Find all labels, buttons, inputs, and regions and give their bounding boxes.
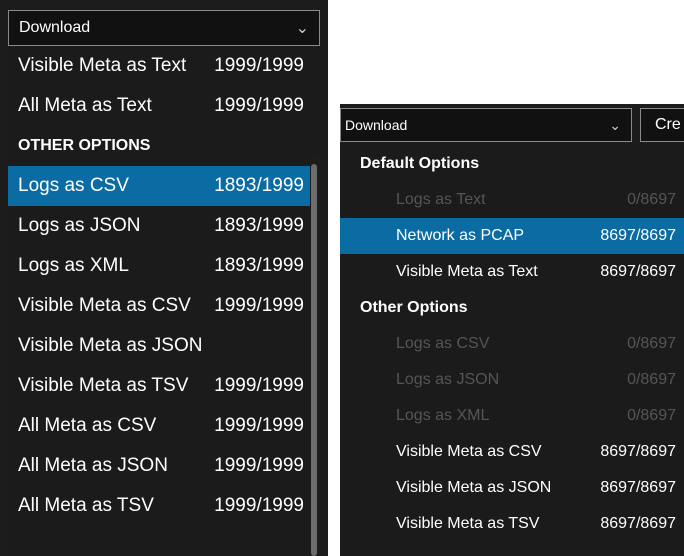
right-menu-option[interactable]: Visible Meta as Text 8697/8697: [340, 254, 684, 290]
left-menu-option[interactable]: Visible Meta as TSV 1999/1999: [8, 366, 320, 406]
left-menu-scrollbar-thumb[interactable]: [311, 164, 317, 556]
right-download-menu: Default Options Logs as Text 0/8697 Network…: [340, 146, 684, 556]
option-label: OTHER OPTIONS: [18, 137, 151, 154]
option-count: 1999/1999: [214, 295, 304, 316]
option-count: 1999/1999: [214, 495, 304, 516]
option-count: 1999/1999: [214, 375, 304, 396]
option-label: Visible Meta as Text: [396, 263, 538, 280]
option-label: Visible Meta as Text: [18, 55, 187, 76]
option-label: Logs as CSV: [18, 175, 129, 196]
left-menu-option[interactable]: Logs as JSON 1893/1999: [8, 206, 320, 246]
left-download-menu: Visible Meta as Text 1999/1999 All Meta as…: [8, 46, 320, 556]
right-menu-option: Logs as Text 0/8697: [340, 182, 684, 218]
option-count: 1999/1999: [214, 415, 304, 436]
option-count: 1893/1999: [214, 255, 304, 276]
option-count: 0/8697: [627, 191, 676, 208]
option-count: 1893/1999: [214, 175, 304, 196]
left-menu-option[interactable]: Logs as CSV 1893/1999: [8, 166, 320, 206]
right-menu-option[interactable]: Visible Meta as TSV 8697/8697: [340, 506, 684, 542]
create-button-label: Cre: [655, 116, 681, 133]
option-count: 8697/8697: [600, 263, 676, 280]
left-menu-option[interactable]: All Meta as CSV 1999/1999: [8, 406, 320, 446]
option-label: Visible Meta as CSV: [18, 295, 191, 316]
right-menu-option: Logs as JSON 0/8697: [340, 362, 684, 398]
option-count: 1893/1999: [214, 215, 304, 236]
option-label: Logs as XML: [18, 255, 129, 276]
right-menu-section-header: Default Options: [340, 146, 684, 182]
option-label: Visible Meta as JSON: [396, 479, 552, 496]
chevron-down-icon: ⌄: [609, 116, 621, 133]
right-download-dropdown-label: Download: [345, 117, 408, 133]
option-count: 8697/8697: [600, 227, 676, 244]
left-menu-option[interactable]: Logs as XML 1893/1999: [8, 246, 320, 286]
left-menu-option[interactable]: All Meta as JSON 1999/1999: [8, 446, 320, 486]
left-menu-option[interactable]: Visible Meta as JSON: [8, 326, 320, 366]
option-label: Logs as XML: [396, 407, 490, 424]
right-menu-option[interactable]: Visible Meta as CSV 8697/8697: [340, 434, 684, 470]
left-menu-section-header: OTHER OPTIONS: [8, 126, 320, 166]
right-menu-option[interactable]: Network as PCAP 8697/8697: [340, 218, 684, 254]
option-label: Visible Meta as CSV: [396, 443, 542, 460]
left-menu-option[interactable]: Visible Meta as CSV 1999/1999: [8, 286, 320, 326]
left-menu-option[interactable]: Visible Meta as Text 1999/1999: [8, 46, 320, 86]
option-label: Logs as JSON: [396, 371, 500, 388]
right-menu-option[interactable]: Visible Meta as JSON 8697/8697: [340, 470, 684, 506]
option-label: All Meta as TSV: [18, 495, 154, 516]
option-label: Visible Meta as TSV: [396, 515, 540, 532]
option-count: 1999/1999: [214, 55, 304, 76]
option-label: Logs as JSON: [18, 215, 141, 236]
left-download-dropdown-label: Download: [19, 19, 91, 36]
right-menu-option: Logs as CSV 0/8697: [340, 326, 684, 362]
option-label: All Meta as JSON: [18, 455, 168, 476]
option-label: Visible Meta as JSON: [18, 335, 203, 356]
option-count: 8697/8697: [600, 479, 676, 496]
option-count: 8697/8697: [600, 515, 676, 532]
create-button[interactable]: Cre: [640, 108, 684, 142]
option-label: Default Options: [360, 155, 480, 172]
option-count: 1999/1999: [214, 455, 304, 476]
option-label: Network as PCAP: [396, 227, 525, 244]
left-download-dropdown[interactable]: Download ⌄: [8, 10, 320, 46]
chevron-down-icon: ⌄: [295, 20, 309, 37]
option-label: Logs as Text: [396, 191, 486, 208]
option-count: 1999/1999: [214, 95, 304, 116]
right-menu-option: Logs as XML 0/8697: [340, 398, 684, 434]
option-label: Other Options: [360, 299, 468, 316]
right-download-dropdown[interactable]: Download ⌄: [340, 108, 632, 142]
left-menu-option[interactable]: All Meta as Text 1999/1999: [8, 86, 320, 126]
option-label: Visible Meta as TSV: [18, 375, 189, 396]
option-count: 0/8697: [627, 407, 676, 424]
option-count: 8697/8697: [600, 443, 676, 460]
right-menu-section-header: Other Options: [340, 290, 684, 326]
left-menu-option[interactable]: All Meta as TSV 1999/1999: [8, 486, 320, 526]
option-label: Logs as CSV: [396, 335, 490, 352]
option-label: All Meta as Text: [18, 95, 152, 116]
option-count: 0/8697: [627, 371, 676, 388]
option-label: All Meta as CSV: [18, 415, 157, 436]
option-count: 0/8697: [627, 335, 676, 352]
